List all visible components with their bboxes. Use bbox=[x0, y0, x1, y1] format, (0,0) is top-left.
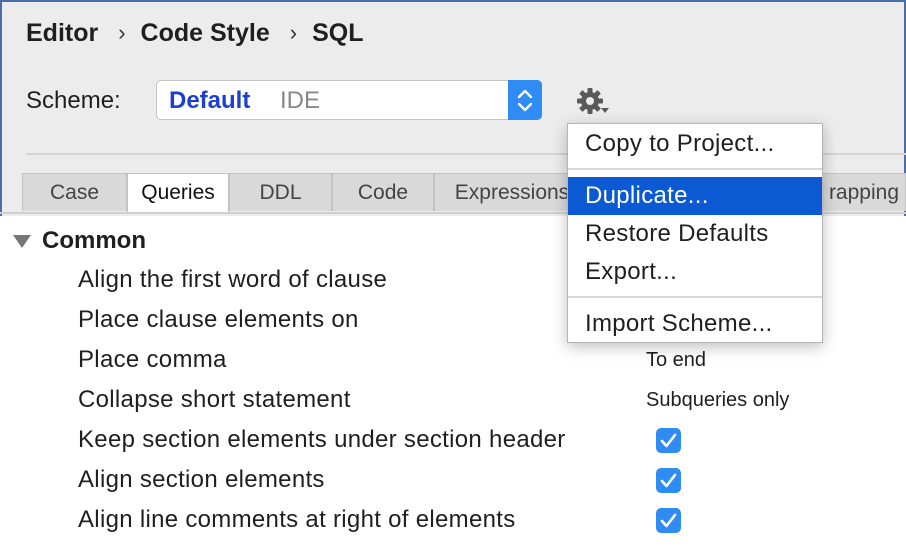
option-label: Keep section elements under section head… bbox=[78, 426, 566, 453]
gear-icon[interactable] bbox=[575, 86, 607, 118]
breadcrumb-sql: SQL bbox=[312, 18, 364, 47]
breadcrumb: Editor › Code Style › SQL bbox=[26, 18, 363, 48]
menu-separator bbox=[568, 168, 822, 170]
checkbox-checked[interactable] bbox=[656, 468, 681, 493]
caret-down-icon bbox=[601, 108, 609, 113]
option-value-dropdown[interactable]: To end bbox=[646, 349, 706, 372]
option-value-dropdown[interactable]: Subqueries only bbox=[646, 389, 789, 412]
menu-item-restore-defaults[interactable]: Restore Defaults bbox=[568, 215, 822, 253]
scheme-type: IDE bbox=[280, 87, 321, 114]
option-label: Place comma bbox=[78, 346, 227, 373]
scheme-dropdown[interactable]: Default IDE bbox=[156, 80, 542, 120]
checkbox-checked[interactable] bbox=[656, 508, 681, 533]
option-label: Align line comments at right of elements bbox=[78, 506, 516, 533]
menu-item-duplicate[interactable]: Duplicate... bbox=[568, 177, 822, 215]
gear-dropdown-menu: Copy to Project... Duplicate... Restore … bbox=[567, 123, 823, 343]
breadcrumb-code-style[interactable]: Code Style bbox=[141, 19, 270, 48]
menu-item-export[interactable]: Export... bbox=[568, 253, 822, 291]
menu-separator bbox=[568, 296, 822, 298]
breadcrumb-separator-icon: › bbox=[289, 20, 298, 46]
section-title-common[interactable]: Common bbox=[42, 227, 146, 255]
tab-code[interactable]: Code bbox=[332, 173, 434, 211]
scheme-name: Default bbox=[169, 87, 251, 114]
option-label: Align the first word of clause bbox=[78, 266, 388, 293]
checkbox-checked[interactable] bbox=[656, 428, 681, 453]
breadcrumb-editor[interactable]: Editor bbox=[26, 19, 98, 48]
tab-queries[interactable]: Queries bbox=[127, 173, 229, 213]
menu-item-copy-to-project[interactable]: Copy to Project... bbox=[568, 125, 822, 163]
option-label: Place clause elements on bbox=[78, 306, 359, 333]
option-label: Align section elements bbox=[78, 466, 325, 493]
menu-item-import-scheme[interactable]: Import Scheme... bbox=[568, 305, 822, 343]
option-label: Collapse short statement bbox=[78, 386, 351, 413]
updown-chevron-icon[interactable] bbox=[508, 80, 542, 120]
tab-case[interactable]: Case bbox=[22, 173, 127, 211]
tab-ddl[interactable]: DDL bbox=[229, 173, 332, 211]
collapse-triangle-icon[interactable] bbox=[13, 235, 31, 248]
breadcrumb-separator-icon: › bbox=[118, 20, 126, 46]
scheme-label: Scheme: bbox=[26, 87, 121, 114]
